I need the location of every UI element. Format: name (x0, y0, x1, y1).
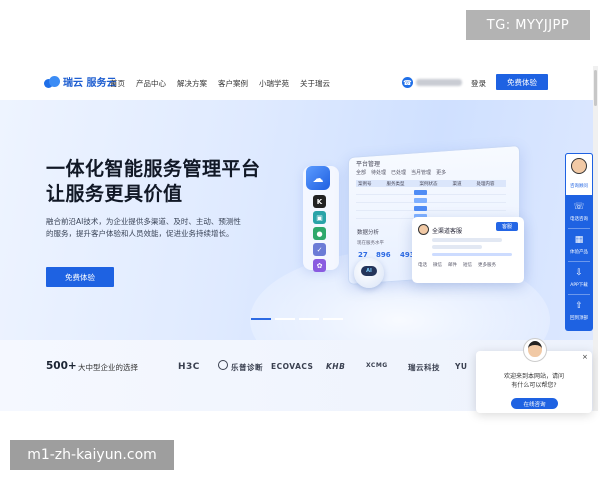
panel-tab: 更多 (436, 170, 447, 176)
popup-line1: 欢迎来到本网站，请问 (503, 373, 564, 380)
status-tag (414, 198, 427, 203)
brand-logo-ecovacs: ECOVACS (271, 362, 314, 371)
popup-message: 欢迎来到本网站，请问 有什么可以帮您? (480, 372, 588, 390)
phone-number-blurred (416, 79, 462, 86)
divider (568, 261, 590, 262)
col-header: 渠道 (452, 181, 462, 187)
status-tag (414, 190, 427, 195)
chat-action: 微信 (433, 263, 442, 268)
online-consult-button[interactable]: 在线咨询 (511, 398, 558, 409)
hero-title: 一体化智能服务管理平台 让服务更具价值 (46, 157, 261, 207)
hero-desc-line1: 融合前沿AI技术，为企业提供多渠道、及时、主动、预测性 (46, 217, 241, 226)
carousel-dot-3[interactable] (299, 318, 319, 320)
brand-logo-h3c: H3C (178, 362, 200, 372)
carousel-dot-4[interactable] (323, 318, 343, 320)
wechat-app-icon: ● (313, 227, 326, 240)
hero-desc-line2: 的服务，提升客户体验和人员效能，促进业务持续增长。 (46, 229, 234, 238)
popup-avatar-face (528, 341, 542, 357)
hero-description: 融合前沿AI技术，为企业提供多渠道、及时、主动、预测性 的服务，提升客户体验和人… (46, 216, 266, 240)
lepu-logo-icon (218, 360, 228, 370)
nav-item-solutions[interactable]: 解决方案 (177, 78, 207, 89)
panel-tab: 待处理 (371, 170, 387, 176)
chat-text-line (432, 245, 482, 249)
chat-text-line (432, 238, 502, 242)
agent-avatar (418, 224, 429, 235)
grid-icon[interactable]: ▦ (573, 235, 585, 245)
chat-tag: 客服 (496, 222, 518, 231)
brand-logo-xcmg: XCMG (366, 362, 388, 369)
table-row (356, 202, 506, 203)
brand-name: 瑞云 服务云 (63, 78, 117, 89)
hero-trial-button[interactable]: 免费体验 (46, 267, 114, 287)
login-link[interactable]: 登录 (471, 78, 486, 89)
bird-app-icon: ✓ (313, 243, 326, 256)
stats-subtitle: 现在服务水平 (357, 241, 384, 246)
divider (568, 294, 590, 295)
panel-tab: 当月管理 (411, 170, 432, 176)
nav-trial-button[interactable]: 免费体验 (496, 74, 548, 90)
col-header: 案例状态 (419, 181, 438, 187)
col-header: 处理内容 (476, 181, 495, 187)
watermark-bottom: m1-zh-kaiyun.com (10, 440, 174, 470)
chat-action: 电话 (418, 263, 427, 268)
col-header: 案例号 (358, 181, 372, 187)
float-label-demo[interactable]: 体验产品 (565, 249, 593, 255)
popup-line2: 有什么可以帮您? (511, 382, 557, 389)
stats-title: 数据分析 (357, 230, 380, 236)
chat-action: 短信 (463, 263, 472, 268)
float-label-app[interactable]: APP下载 (565, 282, 593, 288)
cloud-app-icon: ☁ (306, 166, 330, 190)
robot-face: AI (361, 266, 377, 276)
panel-table-header: 案例号 服务类型 案例状态 渠道 处理内容 (356, 180, 506, 187)
page-scrollbar[interactable] (593, 66, 598, 411)
chat-action-bar: 电话 微信 邮件 短信 更多服务 (418, 262, 496, 268)
watermark-top: TG: MYYJJPP (466, 10, 590, 40)
phone-icon[interactable]: ☏ (573, 202, 585, 212)
nav-links: 首页 产品中心 解决方案 客户案例 小瑞学苑 关于瑞云 (110, 78, 330, 89)
chat-agent-name: 全渠道客服 (432, 228, 463, 235)
nav-item-home[interactable]: 首页 (110, 78, 125, 89)
float-label-consult[interactable]: 咨询顾问 (565, 183, 593, 189)
scrollbar-thumb[interactable] (594, 70, 597, 106)
brand-logo-ruiyun: 瑞云科技 (408, 363, 440, 372)
carousel-dot-2[interactable] (275, 318, 295, 320)
brand-logo[interactable]: 瑞云 服务云 (44, 74, 116, 89)
nav-item-academy[interactable]: 小瑞学苑 (259, 78, 289, 89)
flower-app-icon: ✿ (313, 259, 326, 272)
cloud-logo-icon (44, 75, 60, 88)
consultant-avatar (571, 158, 587, 174)
clients-label: 大中型企业的选择 (78, 363, 138, 372)
download-icon[interactable]: ⇩ (573, 268, 585, 278)
chart-app-icon: ▣ (313, 211, 326, 224)
close-icon[interactable]: × (582, 353, 588, 361)
col-header: 服务类型 (386, 181, 405, 187)
panel-title: 平台管理 (356, 161, 381, 168)
carousel-dot-1[interactable] (251, 318, 271, 320)
clients-count: 500+ (46, 360, 77, 372)
panel-tab: 全部 (356, 170, 367, 176)
panel-tab: 已处理 (391, 170, 407, 176)
chat-action: 更多服务 (478, 263, 496, 268)
hero-title-line2: 让服务更具价值 (46, 183, 183, 205)
phone-icon: ☎ (402, 77, 413, 88)
status-tag (414, 206, 427, 211)
brand-logo-khb: KHB (326, 362, 346, 371)
panel-tabs: 全部 待处理 已处理 当月管理 更多 (356, 169, 446, 176)
chat-action: 邮件 (448, 263, 457, 268)
brand-logo-lepu: 乐普诊断 (231, 363, 263, 372)
chat-text-line (432, 253, 512, 256)
nav-item-cases[interactable]: 客户案例 (218, 78, 248, 89)
top-icon[interactable]: ⇧ (573, 301, 585, 311)
table-row (356, 194, 506, 195)
nav-item-products[interactable]: 产品中心 (136, 78, 166, 89)
float-label-top[interactable]: 回到顶部 (565, 315, 593, 321)
float-label-phone[interactable]: 电话咨询 (565, 216, 593, 222)
nav-item-about[interactable]: 关于瑞云 (300, 78, 330, 89)
k-app-icon: K (313, 195, 326, 208)
brand-logo-yu: YU (455, 362, 468, 371)
hero-title-line1: 一体化智能服务管理平台 (46, 158, 261, 180)
stat-number: 896 (376, 251, 391, 259)
table-row (356, 210, 506, 211)
divider (568, 228, 590, 229)
